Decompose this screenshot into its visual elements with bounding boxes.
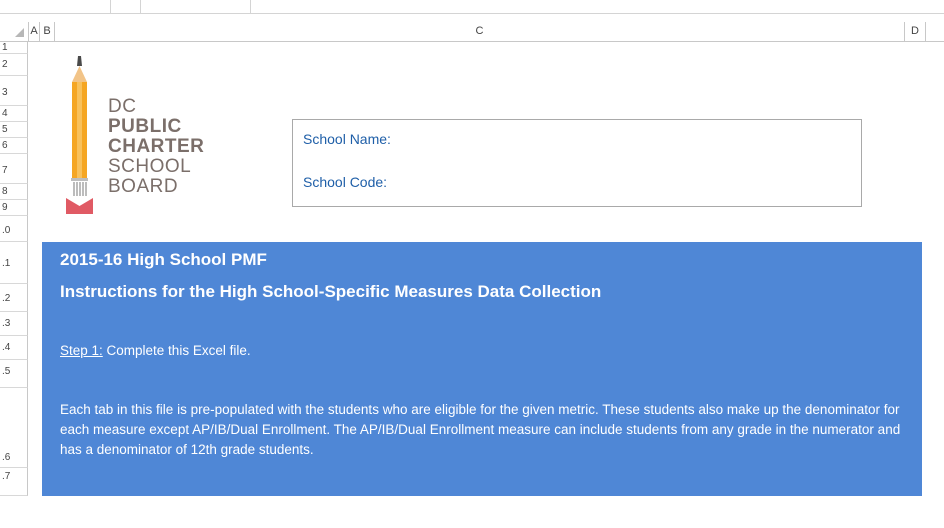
logo-text-charter: CHARTER	[108, 136, 205, 157]
row-header[interactable]: .4	[0, 336, 28, 360]
row-header[interactable]: .5	[0, 360, 28, 388]
logo-text-school: SCHOOL	[108, 156, 192, 177]
instructions-title: 2015-16 High School PMF	[60, 250, 267, 269]
row-header[interactable]: 8	[0, 184, 28, 200]
school-name-label: School Name:	[303, 131, 391, 147]
column-header-c[interactable]: C	[55, 22, 905, 41]
instructions-paragraph: Each tab in this file is pre-populated w…	[60, 402, 901, 457]
pencil-logo-icon	[66, 56, 93, 214]
row-header[interactable]: 6	[0, 138, 28, 154]
select-all-button[interactable]	[0, 22, 29, 41]
row-header[interactable]: 1	[0, 42, 28, 54]
row-header[interactable]: 5	[0, 122, 28, 138]
tab-stub[interactable]	[140, 0, 251, 13]
row-header[interactable]: .2	[0, 284, 28, 312]
row-header[interactable]: .0	[0, 216, 28, 242]
row-header[interactable]: .7	[0, 468, 28, 496]
logo-text-board: BOARD	[108, 176, 179, 197]
row-header[interactable]: 3	[0, 76, 28, 106]
row-header[interactable]: 7	[0, 154, 28, 184]
column-header-b[interactable]: B	[40, 22, 55, 41]
school-code-label: School Code:	[303, 174, 388, 190]
column-headers: A B C D	[0, 22, 944, 42]
row-header[interactable]: 4	[0, 106, 28, 122]
column-header-d[interactable]: D	[905, 22, 926, 41]
logo-text-dc: DC	[108, 96, 137, 117]
school-info-box[interactable]: School Name: School Code:	[292, 119, 862, 207]
row-header[interactable]: .1	[0, 242, 28, 284]
row-header[interactable]: .3	[0, 312, 28, 336]
instructions-subtitle: Instructions for the High School-Specifi…	[60, 282, 602, 301]
row-header[interactable]: 2	[0, 54, 28, 76]
tab-stub[interactable]	[110, 0, 141, 13]
spreadsheet: A B C D 1 2 3 4 5 6 7 8 9 .0 .1 .2 .3 .4…	[0, 0, 944, 496]
step-1-label: Step 1:	[60, 343, 103, 358]
row-header[interactable]: .6	[0, 388, 28, 468]
logo-text-public: PUBLIC	[108, 116, 182, 137]
instructions-panel: 2015-16 High School PMF Instructions for…	[42, 242, 922, 496]
dc-pcsb-logo: DC PUBLIC CHARTER SCHOOL BOARD	[66, 56, 236, 216]
tab-stub[interactable]	[0, 0, 111, 13]
sheet-tab-strip	[0, 0, 944, 14]
column-header-a[interactable]: A	[29, 22, 40, 41]
row-header[interactable]: 9	[0, 200, 28, 216]
step-1-text: Complete this Excel file.	[102, 343, 251, 358]
step-1-line: Step 1: Complete this Excel file.	[60, 343, 251, 358]
